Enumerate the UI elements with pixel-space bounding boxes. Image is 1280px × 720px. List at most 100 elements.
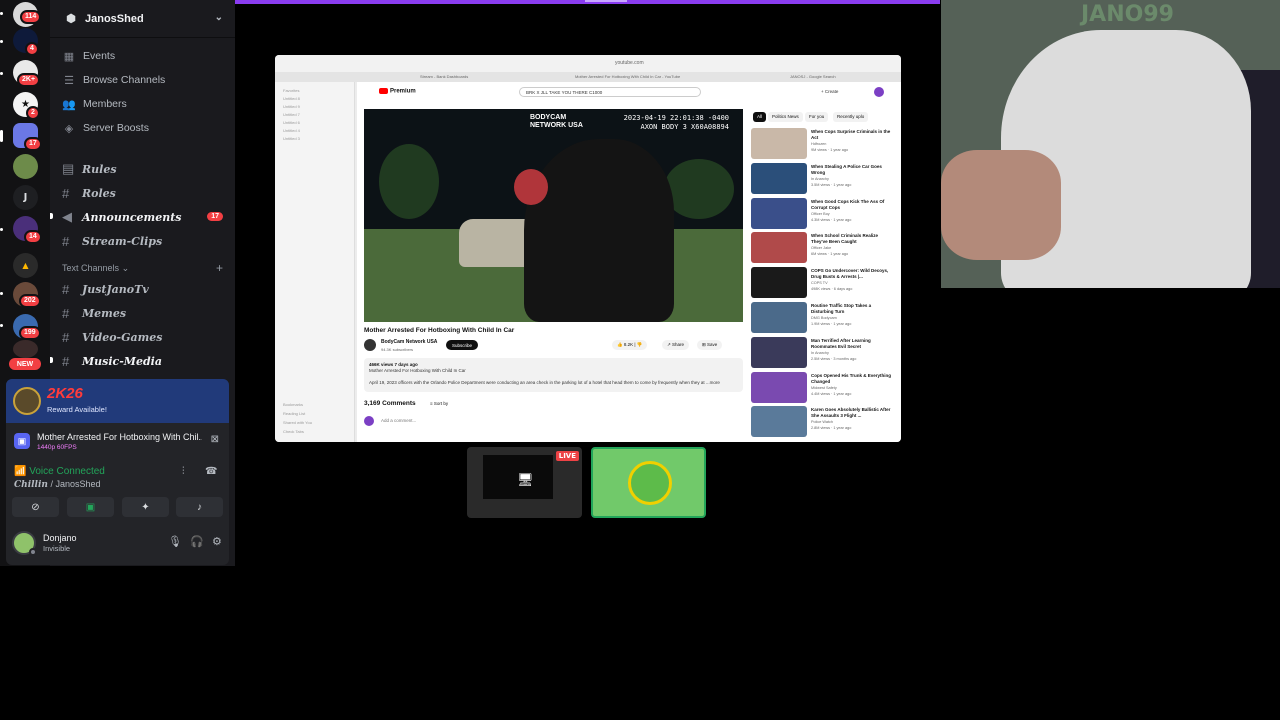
save-button[interactable]: ⊞ Save [697, 340, 723, 350]
voice-status[interactable]: 📶 Voice Connected [14, 466, 105, 477]
now-playing[interactable]: ▣ Mother Arrested For Hotboxing With Chi… [14, 431, 221, 457]
stream-tile[interactable]: 🖥 LIVE [467, 447, 582, 518]
participant-tile[interactable] [591, 447, 706, 518]
browser-tab[interactable]: Stream - Bank Dashboards [420, 74, 468, 79]
browser-tab[interactable]: Mother Arrested For Hotboxing With Child… [575, 74, 680, 79]
voice-channel-name: Chillin [14, 480, 48, 490]
add-channel-icon[interactable]: + [216, 261, 223, 275]
recommendation-item[interactable]: When Stealing A Police Car Goes Wrong In … [751, 162, 899, 195]
recommendation-channel: DMG Bodycam [811, 316, 837, 320]
monitor-icon: 🖥 [517, 473, 534, 488]
server-icon-6[interactable] [13, 154, 38, 179]
server-icon-9[interactable]: ▲ [13, 253, 38, 278]
create-button[interactable]: + Create [821, 89, 838, 94]
share-button[interactable]: ↗ Share [662, 340, 690, 350]
recommendation-item[interactable]: When Good Cops Kick The Ass Of Corrupt C… [751, 197, 899, 230]
menu-server-boosts[interactable]: ◈ Server Boosts [62, 119, 149, 137]
browser-url[interactable]: youtube.com [615, 60, 644, 66]
recommendation-item[interactable]: Routine Traffic Stop Takes a Disturbing … [751, 302, 899, 334]
channel-music-media[interactable]: # Music-Media [62, 352, 162, 370]
recommendation-item[interactable]: When School Criminals Realize They've Be… [751, 232, 899, 264]
video-player[interactable]: BODYCAM NETWORK USA 2023-04-19 22:01:38 … [364, 109, 743, 322]
status-dot [29, 548, 37, 556]
youtube-search-input[interactable]: BRK X JLL TAKE YOU THERE C1000 [519, 87, 701, 97]
menu-events[interactable]: ▦ Events [62, 47, 115, 65]
channel-roles[interactable]: # Roles [62, 184, 116, 202]
voice-server-name: / JanosShed [47, 479, 101, 489]
menu-browse-channels[interactable]: ☰ Browse Channels [62, 71, 165, 89]
channel-video-games[interactable]: # Video-Games [62, 328, 162, 346]
server-badge: 114 [20, 10, 42, 24]
camera-toggle-button[interactable]: ⊘ [12, 497, 59, 517]
sort-button[interactable]: ≡ Sort by [430, 401, 448, 406]
menu-label: Members [83, 98, 127, 110]
voice-channel[interactable]: Chillin / JanosShed [14, 479, 100, 490]
recommendation-channel: In Anarchy [811, 350, 829, 355]
recommendation-channel: Police Watch [811, 420, 834, 425]
promo-banner[interactable]: 2K26 Reward Available! [6, 379, 229, 423]
hash-icon: # [62, 185, 70, 201]
channel-rules[interactable]: ▤ Rules [62, 160, 117, 178]
channel-name[interactable]: BodyCam Network USA [381, 339, 437, 345]
menu-members[interactable]: 👥 Members [62, 95, 127, 113]
browser-tab[interactable]: JANOSJ - Google Search [790, 74, 836, 79]
sidebar-item[interactable]: Untitled 4 [283, 128, 300, 133]
channel-memes[interactable]: # Memes [62, 304, 126, 322]
chip[interactable]: All [753, 112, 767, 122]
server-header[interactable]: ⬢ JanosShed ⌄ [50, 0, 235, 38]
chip[interactable]: Politics News [768, 112, 803, 122]
recommendation-meta: 6M views · 1 year ago [811, 252, 849, 257]
category-text-channels[interactable]: Text Channels ⌄ [62, 263, 129, 274]
hash-icon: # [62, 281, 70, 297]
sidebar-item[interactable]: Untitled 3 [283, 136, 300, 141]
activities-button[interactable]: ✦ [122, 497, 169, 517]
channel-avatar[interactable] [364, 339, 376, 351]
soundboard-button[interactable]: ♪ [176, 497, 223, 517]
disconnect-icon[interactable]: ☎ [205, 466, 217, 477]
sidebar-item[interactable]: Favorites [283, 88, 299, 93]
screen-share-stage[interactable]: youtube.com Stream - Bank Dashboards Mot… [275, 55, 901, 442]
server-icon-12[interactable] [13, 340, 38, 358]
chip[interactable]: For you [805, 112, 829, 122]
new-unreads-pill[interactable]: NEW [9, 358, 41, 370]
server-icon-7[interactable]: J [13, 185, 38, 210]
app-root: 114 4 2K+ ★ 2 17 J 14 ▲ 202 199 NEW ⬢ Ja… [0, 0, 1280, 720]
sidebar-item[interactable]: Shared with You [283, 420, 312, 425]
channel-justjanotv[interactable]: # JustJanoTv [62, 280, 149, 298]
recommendation-item[interactable]: When Cops Surprise Criminals in the Act H… [751, 128, 899, 160]
top-drag-handle[interactable] [585, 0, 627, 2]
microphone-icon[interactable]: 🎙 [168, 535, 182, 548]
recommendation-item[interactable]: Karen Goes Absolutely Ballistic After Sh… [751, 406, 899, 438]
channel-label: Video-Games [82, 330, 163, 344]
members-icon: 👥 [62, 98, 76, 111]
calendar-icon: ▦ [63, 50, 75, 63]
add-comment-input[interactable]: Add a comment... [381, 418, 416, 423]
stop-stream-icon[interactable]: ⊠ [211, 434, 219, 445]
channel-stream-clips[interactable]: # Stream-Clips [62, 232, 162, 250]
like-button[interactable]: 👍 8.2K | 👎 [612, 340, 648, 350]
screen-share-button[interactable]: ▣ [67, 497, 114, 517]
account-avatar[interactable] [874, 87, 884, 97]
channel-announcements[interactable]: ◀ Announcements [62, 208, 181, 226]
headphones-icon[interactable]: 🎧 [190, 535, 204, 548]
recommendation-item[interactable]: Man Terrified After Learning Roommates E… [751, 336, 899, 369]
sidebar-item[interactable]: Reading List [283, 411, 305, 416]
sidebar-item[interactable]: Untitled 9 [283, 104, 300, 109]
chip[interactable]: Recently uplo [833, 112, 869, 122]
sidebar-item[interactable]: Untitled 7 [283, 112, 300, 117]
description-box[interactable]: 466K views 7 days ago Mother Arrested Fo… [364, 358, 743, 392]
gear-icon[interactable]: ⚙ [212, 535, 222, 548]
noise-suppression-icon[interactable]: ⫶ [182, 466, 185, 477]
video-tree [379, 144, 439, 219]
menu-label: Server Boosts [83, 122, 149, 134]
youtube-logo[interactable]: Premium [379, 88, 416, 95]
sidebar-item[interactable]: Untitled 6 [283, 120, 300, 125]
recommendation-title: When Stealing A Police Car Goes Wrong [811, 163, 882, 175]
server-badge: 4 [25, 42, 39, 56]
sidebar-item[interactable]: Untitled 8 [283, 96, 300, 101]
subscribe-button[interactable]: Subscribe [446, 340, 478, 350]
recommendation-item[interactable]: Cops Opened His Trunk & Everything Chang… [751, 371, 899, 404]
sidebar-item[interactable]: Bookmarks [283, 402, 303, 407]
sidebar-item[interactable]: Check Tabs [283, 429, 304, 434]
recommendation-item[interactable]: COPS Go Undercover: Wild Decoys, Drug Bu… [751, 267, 899, 299]
